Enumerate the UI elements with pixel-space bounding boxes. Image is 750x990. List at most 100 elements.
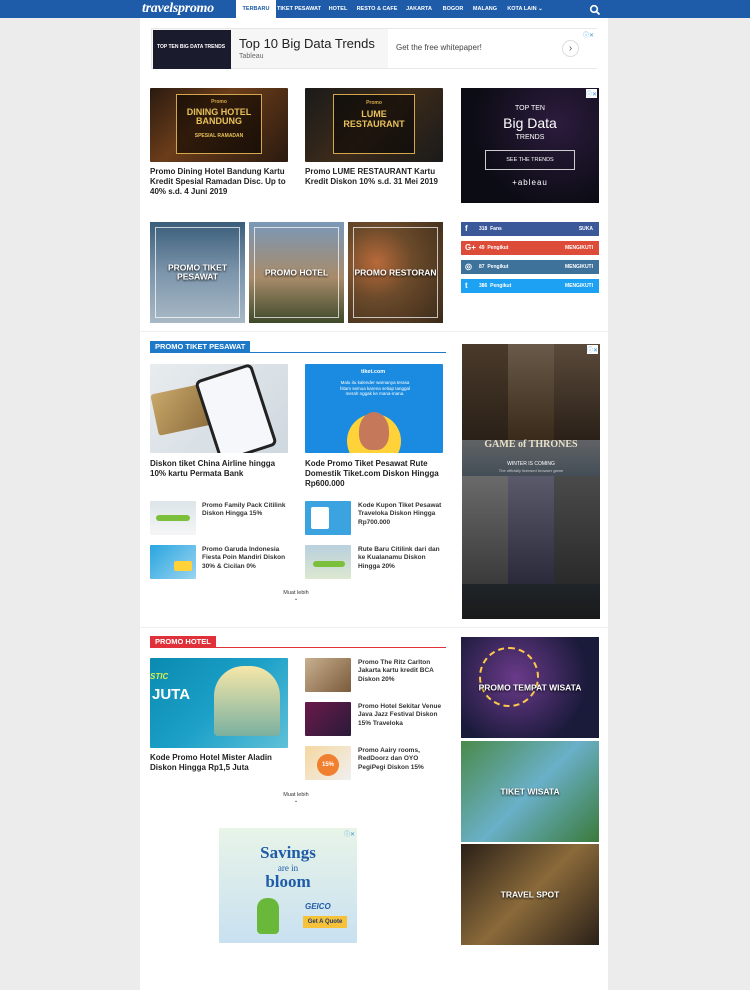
featured-image-2[interactable]: Promo LUME RESTAURANT <box>305 88 443 162</box>
article-title-java-jazz[interactable]: Promo Hotel Sekitar Venue Java Jazz Fest… <box>358 703 444 728</box>
person-graphic <box>359 412 389 450</box>
ferris-wheel-graphic <box>479 647 539 707</box>
search-icon[interactable] <box>589 3 601 16</box>
follow-label: MENGIKUTI <box>564 283 593 289</box>
geico-logo: GEICO <box>305 902 331 911</box>
nav-hotel[interactable]: HOTEL <box>322 0 354 18</box>
character-portrait-2 <box>508 344 554 440</box>
follower-label: Pengikut <box>487 245 509 251</box>
geico-ad[interactable]: Savings are in bloom GEICO Get A Quote ⓘ… <box>219 828 357 943</box>
section-rule <box>150 647 446 648</box>
thumb-traveloka[interactable] <box>305 501 351 535</box>
thumb-ritz-carlton[interactable] <box>305 658 351 692</box>
fans-count: 318 <box>479 226 488 232</box>
tile-label: PROMO TEMPAT WISATA <box>478 681 582 692</box>
featured-image-1[interactable]: Promo DINING HOTEL BANDUNG SPESIAL RAMAD… <box>150 88 288 162</box>
img-text: Malu itu kalender warnanya terasa hitam … <box>339 380 411 397</box>
ad-source: Tableau <box>239 53 264 60</box>
tile-promo-restoran[interactable]: PROMO RESTORAN <box>348 222 443 323</box>
googleplus-follow-button[interactable]: G+ 49 Pengikut MENGIKUTI <box>461 241 599 255</box>
thumb-garuda[interactable] <box>150 545 196 579</box>
nav-bogor[interactable]: BOGOR <box>438 0 468 18</box>
img-tag: Promo <box>211 99 227 105</box>
character-portrait-5 <box>508 476 554 584</box>
discount-badge: 15% <box>317 754 339 776</box>
load-more-flight[interactable]: Muat lebih ⌄ <box>276 590 316 602</box>
article-image-mister-aladin[interactable]: STIC JUTA <box>150 658 288 748</box>
nav-resto-cafe[interactable]: RESTO & CAFE <box>354 0 400 18</box>
get-quote-button[interactable]: Get A Quote <box>303 916 347 928</box>
adchoices-icon[interactable]: ⓘ✕ <box>583 30 594 39</box>
follower-label: Pengikut <box>487 264 509 270</box>
instagram-follow-button[interactable]: ◎ 87 Pengikut MENGIKUTI <box>461 260 599 274</box>
tile-label: TRAVEL SPOT <box>500 888 560 899</box>
nav-tiket-pesawat[interactable]: TIKET PESAWAT <box>276 0 322 18</box>
site-logo[interactable]: travelspromo <box>142 1 214 17</box>
article-title-traveloka[interactable]: Kode Kupon Tiket Pesawat Traveloka Disko… <box>358 502 444 527</box>
article-title-garuda[interactable]: Promo Garuda Indonesia Fiesta Poin Mandi… <box>202 546 292 571</box>
card-graphic <box>174 561 192 571</box>
tile-promo-tiket-pesawat[interactable]: PROMO TIKET PESAWAT <box>150 222 245 323</box>
google-plus-icon: G+ <box>465 243 476 252</box>
ad-line1: TOP TEN <box>515 105 545 112</box>
chevron-right-icon[interactable]: › <box>562 40 579 57</box>
nav-jakarta[interactable]: JAKARTA <box>400 0 438 18</box>
thumb-citilink-kualanamu[interactable] <box>305 545 351 579</box>
article-title-ritz-carlton[interactable]: Promo The Ritz Carlton Jakarta kartu kre… <box>358 659 444 684</box>
ad-cta-panel: Get the free whitepaper! › <box>388 29 597 68</box>
img-subtitle: SPESIAL RAMADAN <box>194 133 244 139</box>
article-caption-tiket-com[interactable]: Kode Promo Tiket Pesawat Rute Domestik T… <box>305 459 445 489</box>
see-trends-button[interactable]: SEE THE TRENDS <box>485 150 575 170</box>
game-of-thrones-ad[interactable]: GAME of THRONES WINTER IS COMING The off… <box>462 344 600 619</box>
article-title-citilink-kualanamu[interactable]: Rute Baru Citilink dari dan ke Kualanamu… <box>358 546 444 571</box>
ad-title: Top 10 Big Data Trends <box>239 36 375 51</box>
got-title: GAME of THRONES <box>484 439 578 450</box>
tile-promo-tempat-wisata[interactable]: PROMO TEMPAT WISATA <box>461 637 599 738</box>
nav-terbaru[interactable]: TERBARU <box>236 0 276 18</box>
adchoices-icon[interactable]: ⓘ✕ <box>585 89 597 98</box>
thumb-citilink-family[interactable] <box>150 501 196 535</box>
ad-cta-text: Get the free whitepaper! <box>396 43 482 52</box>
character-portrait-1 <box>462 344 508 440</box>
got-tagline: The officially licensed browser game <box>498 468 564 473</box>
twitter-follow-button[interactable]: t 386 Pengikut MENGIKUTI <box>461 279 599 293</box>
tile-travel-spot[interactable]: TRAVEL SPOT <box>461 844 599 945</box>
img-text-2: JUTA <box>152 686 191 703</box>
tile-tiket-wisata[interactable]: TIKET WISATA <box>461 741 599 842</box>
load-more-hotel[interactable]: Muat lebih ⌄ <box>276 792 316 804</box>
tile-label: TIKET WISATA <box>500 785 560 796</box>
section-divider <box>140 627 608 628</box>
adchoices-icon[interactable]: ⓘ✕ <box>344 829 355 838</box>
article-caption-mister-aladin[interactable]: Kode Promo Hotel Mister Aladin Diskon Hi… <box>150 753 290 773</box>
follower-label: Pengikut <box>490 283 512 289</box>
follow-label: MENGIKUTI <box>564 245 593 251</box>
nav-malang[interactable]: MALANG <box>468 0 502 18</box>
follow-label: MENGIKUTI <box>564 264 593 270</box>
tile-promo-hotel[interactable]: PROMO HOTEL <box>249 222 344 323</box>
article-caption-china-airline[interactable]: Diskon tiket China Airline hingga 10% ka… <box>150 459 290 479</box>
chevron-down-icon: ⌄ <box>293 596 299 602</box>
facebook-follow-button[interactable]: f 318 Fans SUKA <box>461 222 599 236</box>
hotel-scene-graphic <box>214 666 280 736</box>
article-image-tiket-com[interactable]: tiket.com Malu itu kalender warnanya ter… <box>305 364 443 453</box>
article-image-china-airline[interactable] <box>150 364 288 453</box>
follower-count: 87 <box>479 264 485 270</box>
article-title-citilink-family[interactable]: Promo Family Pack Citilink Diskon Hingga… <box>202 502 292 519</box>
thumb-airy-reddoorz[interactable]: 15% <box>305 746 351 780</box>
adchoices-icon[interactable]: ⓘ✕ <box>586 345 598 354</box>
top-banner-ad[interactable]: TOP TEN BIG DATA TRENDS Top 10 Big Data … <box>151 28 597 69</box>
tiket-com-logo: tiket.com <box>361 369 386 375</box>
phone-graphic <box>194 364 278 453</box>
featured-caption-1[interactable]: Promo Dining Hotel Bandung Kartu Kredit … <box>150 167 290 197</box>
article-title-airy-reddoorz[interactable]: Promo Aairy rooms, RedDoorz dan OYO Pegi… <box>358 747 444 772</box>
fans-label: Fans <box>490 226 502 232</box>
nav-kota-lain[interactable]: KOTA LAIN ⌄ <box>502 0 548 18</box>
like-label: SUKA <box>578 226 593 232</box>
follower-count: 49 <box>479 245 485 251</box>
chevron-down-icon: ⌄ <box>293 798 299 804</box>
ad-line1: Savings <box>260 843 316 862</box>
featured-caption-2[interactable]: Promo LUME RESTAURANT Kartu Kredit Disko… <box>305 167 445 187</box>
section-divider <box>140 331 608 332</box>
thumb-java-jazz[interactable] <box>305 702 351 736</box>
tableau-side-ad[interactable]: TOP TEN Big Data TRENDS SEE THE TRENDS +… <box>461 88 599 203</box>
